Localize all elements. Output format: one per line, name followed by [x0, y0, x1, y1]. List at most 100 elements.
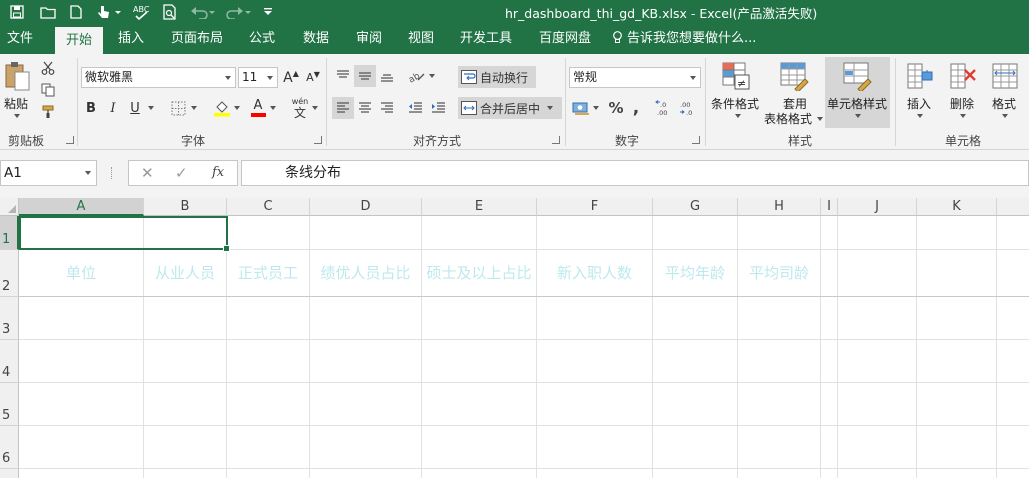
underline-button[interactable]: U — [126, 98, 144, 118]
row-header-6[interactable]: 6 — [0, 426, 19, 469]
insert-function-icon[interactable]: fx — [212, 165, 224, 180]
cell-styles-dropdown-icon[interactable] — [853, 112, 863, 120]
cell-styles-icon[interactable] — [840, 60, 874, 92]
shrink-font-button[interactable]: A ▼ — [303, 67, 323, 88]
copy-icon[interactable] — [40, 82, 56, 98]
delete-cells-dropdown-icon[interactable] — [958, 112, 968, 120]
font-color-button[interactable]: A — [249, 98, 267, 118]
alignment-launcher-icon[interactable] — [552, 136, 560, 144]
cell-h2[interactable]: 平均司龄 — [738, 250, 820, 296]
column-header-i[interactable]: I — [821, 198, 838, 216]
grow-font-button[interactable]: A ▲ — [281, 67, 301, 88]
phonetic-dropdown-icon[interactable] — [310, 104, 320, 112]
select-all-button[interactable] — [0, 198, 19, 216]
row-header-4[interactable]: 4 — [0, 340, 19, 383]
format-cells-dropdown-icon[interactable] — [1000, 112, 1010, 120]
undo-icon[interactable] — [188, 3, 218, 21]
formula-input[interactable]: 条线分布 — [241, 160, 1029, 186]
decrease-indent-icon[interactable] — [405, 98, 425, 118]
format-cells-icon[interactable] — [990, 60, 1020, 92]
row-header-overflow[interactable] — [0, 469, 19, 478]
bold-button[interactable]: B — [82, 98, 100, 118]
number-launcher-icon[interactable] — [692, 136, 700, 144]
column-header-f[interactable]: F — [537, 198, 653, 216]
row-header-5[interactable]: 5 — [0, 383, 19, 426]
format-as-table-label-2[interactable]: 表格格式 — [764, 110, 812, 127]
format-as-table-dropdown-icon[interactable] — [815, 115, 825, 123]
column-header-k[interactable]: K — [917, 198, 997, 216]
borders-icon[interactable] — [169, 99, 187, 117]
paste-label[interactable]: 粘贴 — [4, 95, 28, 112]
new-file-icon[interactable] — [68, 3, 84, 21]
print-preview-icon[interactable] — [160, 3, 180, 21]
tab-formulas[interactable]: 公式 — [240, 24, 284, 54]
column-header-a[interactable]: A — [19, 198, 144, 216]
column-header-d[interactable]: D — [310, 198, 422, 216]
row-header-1[interactable]: 1 — [0, 216, 19, 250]
paste-icon[interactable] — [2, 60, 32, 94]
format-painter-icon[interactable] — [40, 104, 56, 120]
align-left-icon[interactable] — [332, 97, 354, 119]
tab-view[interactable]: 视图 — [399, 24, 443, 54]
cell-g2[interactable]: 平均年龄 — [653, 250, 737, 296]
increase-indent-icon[interactable] — [428, 98, 448, 118]
column-header-c[interactable]: C — [227, 198, 310, 216]
enter-icon[interactable]: ✓ — [175, 164, 188, 182]
phonetic-guide-button[interactable]: wén 文 — [290, 96, 310, 120]
tab-page-layout[interactable]: 页面布局 — [164, 24, 230, 54]
number-format-combo[interactable]: 常规 — [569, 67, 701, 88]
tab-insert[interactable]: 插入 — [109, 24, 153, 54]
cell-styles-label[interactable]: 单元格样式 — [827, 95, 887, 112]
conditional-formatting-label[interactable]: 条件格式 — [711, 95, 759, 112]
insert-cells-dropdown-icon[interactable] — [915, 112, 925, 120]
comma-style-button[interactable]: , — [630, 98, 642, 118]
customize-qat-icon[interactable] — [260, 3, 276, 21]
accounting-format-icon[interactable] — [571, 98, 591, 118]
name-box-splitter[interactable] — [111, 167, 113, 179]
cell-f2[interactable]: 新入职人数 — [537, 250, 652, 296]
insert-cells-icon[interactable] — [905, 60, 935, 92]
percent-style-button[interactable]: % — [607, 98, 625, 118]
merge-center-button[interactable]: 合并后居中 — [458, 97, 562, 119]
save-icon[interactable] — [8, 3, 26, 21]
decrease-decimal-icon[interactable]: .00.0 — [678, 98, 698, 118]
cell-d2[interactable]: 绩优人员占比 — [310, 250, 421, 296]
tab-data[interactable]: 数据 — [294, 24, 338, 54]
tab-file[interactable]: 文件 — [0, 24, 40, 54]
insert-cells-label[interactable]: 插入 — [907, 95, 931, 112]
worksheet-grid[interactable]: A B C D E F G H I J K 1 2 3 4 5 6 单位 从业人… — [0, 198, 1029, 478]
column-header-j[interactable]: J — [838, 198, 917, 216]
name-box[interactable]: A1 — [0, 160, 97, 186]
paste-dropdown-icon[interactable] — [12, 112, 22, 120]
active-cell-a1[interactable] — [19, 216, 230, 252]
column-header-e[interactable]: E — [422, 198, 537, 216]
cut-icon[interactable] — [40, 60, 56, 76]
orientation-dropdown-icon[interactable] — [427, 72, 437, 80]
fill-color-icon[interactable] — [212, 98, 232, 118]
tab-home[interactable]: 开始 — [55, 27, 103, 54]
align-right-icon[interactable] — [377, 98, 397, 118]
row-header-2[interactable]: 2 — [0, 250, 19, 297]
align-top-icon[interactable] — [333, 66, 353, 86]
tab-review[interactable]: 审阅 — [347, 24, 391, 54]
column-header-g[interactable]: G — [653, 198, 738, 216]
redo-icon[interactable] — [224, 3, 254, 21]
italic-button[interactable]: I — [104, 98, 122, 118]
column-header-h[interactable]: H — [738, 198, 821, 216]
accounting-dropdown-icon[interactable] — [591, 104, 601, 112]
cell-a2[interactable]: 单位 — [19, 250, 143, 296]
row-header-3[interactable]: 3 — [0, 297, 19, 340]
increase-decimal-icon[interactable]: .0.00 — [655, 98, 675, 118]
conditional-dropdown-icon[interactable] — [733, 112, 743, 120]
align-center-icon[interactable] — [355, 98, 375, 118]
orientation-icon[interactable]: ab — [405, 66, 427, 86]
cell-e2[interactable]: 硕士及以上占比 — [426, 250, 532, 296]
underline-dropdown-icon[interactable] — [146, 104, 156, 112]
align-bottom-icon[interactable] — [377, 66, 397, 86]
tell-me-box[interactable]: 告诉我您想要做什么... — [612, 24, 762, 54]
tab-developer[interactable]: 开发工具 — [451, 24, 521, 54]
borders-dropdown-icon[interactable] — [189, 104, 199, 112]
spelling-icon[interactable]: ABC — [130, 3, 154, 21]
cell-c2[interactable]: 正式员工 — [227, 250, 309, 296]
font-color-dropdown-icon[interactable] — [268, 104, 278, 112]
